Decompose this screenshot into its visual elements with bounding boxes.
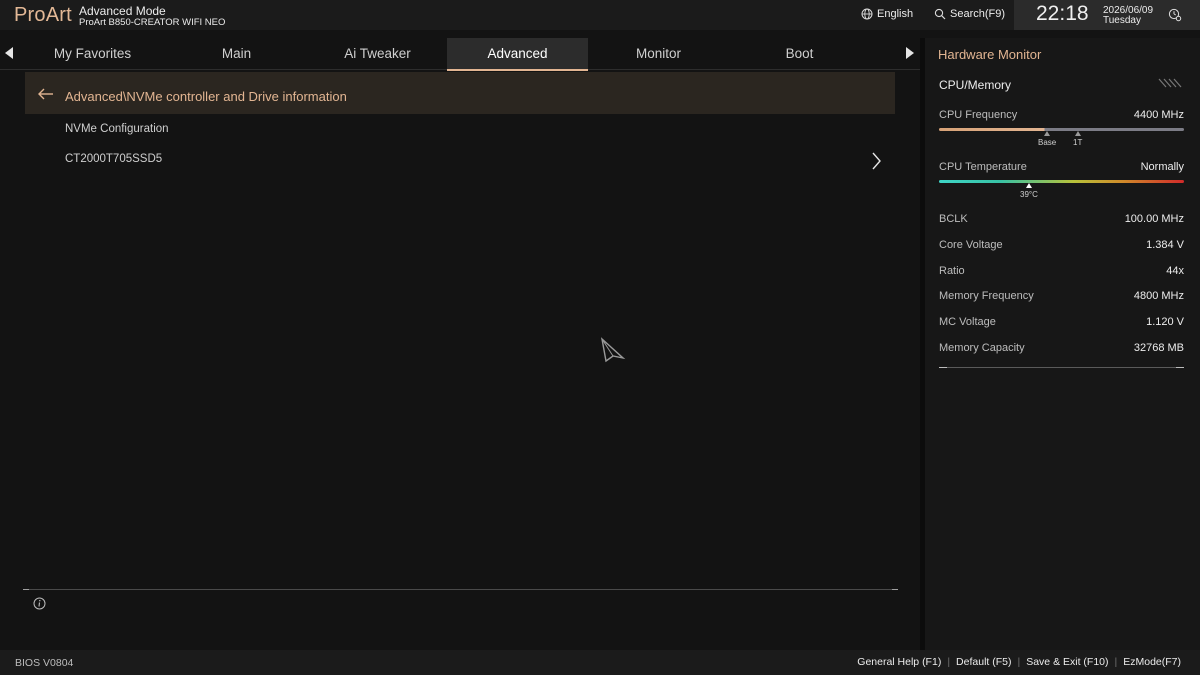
cpu-temperature-reading: 39°C <box>1020 190 1038 199</box>
default-button[interactable]: Default (F5) <box>956 656 1011 668</box>
hardware-monitor-divider <box>939 367 1184 368</box>
memory-capacity-value: 32768 MB <box>1133 342 1184 354</box>
tab-my-favorites[interactable]: My Favorites <box>22 38 163 70</box>
cpu-temperature-label: CPU Temperature <box>939 161 1027 173</box>
temperature-pointer-icon <box>1026 183 1032 188</box>
clock-day: Tuesday <box>1103 15 1141 26</box>
bclk-label: BCLK <box>939 213 968 225</box>
cpu-frequency-label: CPU Frequency <box>939 109 1018 121</box>
mc-voltage-value: 1.120 V <box>1146 316 1184 328</box>
breadcrumb-path: Advanced\NVMe controller and Drive infor… <box>65 89 347 104</box>
memory-frequency-value: 4800 MHz <box>1133 290 1184 302</box>
menu-item-nvme-configuration: NVMe Configuration <box>25 118 895 144</box>
1t-marker-label: 1T <box>1073 138 1083 147</box>
language-selector[interactable]: English <box>861 8 913 20</box>
breadcrumb: Advanced\NVMe controller and Drive infor… <box>25 72 895 114</box>
globe-icon <box>861 8 873 20</box>
menu-item-label: NVMe Configuration <box>65 123 169 135</box>
general-help-button[interactable]: General Help (F1) <box>857 656 941 668</box>
search-icon <box>934 8 946 20</box>
bios-version: BIOS V0804 <box>15 657 74 669</box>
ratio-label: Ratio <box>939 265 965 277</box>
ratio-value: 44x <box>1166 265 1184 277</box>
mouse-cursor-icon <box>600 337 626 363</box>
bclk-value: 100.00 MHz <box>1124 213 1184 225</box>
hardware-monitor-title: Hardware Monitor <box>938 47 1042 62</box>
cpu-frequency-bar <box>939 128 1184 131</box>
mode-label: Advanced Mode <box>79 4 166 18</box>
cpu-frequency-value: 4400 MHz <box>1133 109 1184 121</box>
footer-separator: | <box>947 656 951 668</box>
tab-scroll-left-icon[interactable] <box>5 47 13 59</box>
tab-scroll-right-icon[interactable] <box>906 47 914 59</box>
tab-ai-tweaker[interactable]: Ai Tweaker <box>307 38 448 70</box>
cpu-temperature-status: Normally <box>1140 161 1184 173</box>
tab-main[interactable]: Main <box>166 38 307 70</box>
tab-monitor[interactable]: Monitor <box>588 38 729 70</box>
search-button[interactable]: Search(F9) <box>934 8 1005 20</box>
tab-boot[interactable]: Boot <box>729 38 870 70</box>
1t-marker-icon <box>1075 131 1081 136</box>
base-marker-icon <box>1044 131 1050 136</box>
memory-capacity-label: Memory Capacity <box>939 342 1025 354</box>
menu-item-label: CT2000T705SSD5 <box>65 153 163 165</box>
menu-item-drive[interactable]: CT2000T705SSD5 <box>25 148 895 174</box>
top-header: ProArt Advanced Mode ProArt B850-CREATOR… <box>0 0 1200 30</box>
mc-voltage-label: MC Voltage <box>939 316 996 328</box>
clock-panel: 22:18 2026/06/09 Tuesday <box>1014 0 1200 30</box>
core-voltage-label: Core Voltage <box>939 239 1003 251</box>
core-voltage-value: 1.384 V <box>1146 239 1184 251</box>
clock-time: 22:18 <box>1036 2 1089 25</box>
info-icon <box>33 597 46 610</box>
board-name: ProArt B850-CREATOR WIFI NEO <box>79 17 226 28</box>
save-exit-button[interactable]: Save & Exit (F10) <box>1026 656 1108 668</box>
brand-logo: ProArt <box>14 4 72 26</box>
footer-bar: BIOS V0804 General Help (F1) | Default (… <box>0 650 1200 675</box>
clock-settings-icon[interactable] <box>1168 8 1182 22</box>
base-marker-label: Base <box>1038 138 1057 147</box>
language-label: English <box>877 8 914 20</box>
hardware-monitor-panel: Hardware Monitor CPU/Memory CPU Frequenc… <box>925 38 1200 650</box>
ezmode-button[interactable]: EzMode(F7) <box>1123 656 1181 668</box>
menu-tab-bar: My Favorites Main Ai Tweaker Advanced Mo… <box>0 38 920 71</box>
tab-advanced[interactable]: Advanced <box>447 38 588 71</box>
footer-separator: | <box>1017 656 1021 668</box>
back-arrow-icon[interactable] <box>37 87 55 101</box>
footer-links: General Help (F1) | Default (F5) | Save … <box>857 656 1181 668</box>
chevron-right-icon[interactable] <box>870 151 882 171</box>
stripes-icon <box>1158 78 1182 88</box>
help-divider <box>23 589 898 590</box>
search-label: Search(F9) <box>950 8 1006 20</box>
footer-separator: | <box>1114 656 1118 668</box>
cpu-memory-section-title: CPU/Memory <box>939 78 1012 92</box>
cpu-temperature-bar <box>939 180 1184 183</box>
memory-frequency-label: Memory Frequency <box>939 290 1034 302</box>
